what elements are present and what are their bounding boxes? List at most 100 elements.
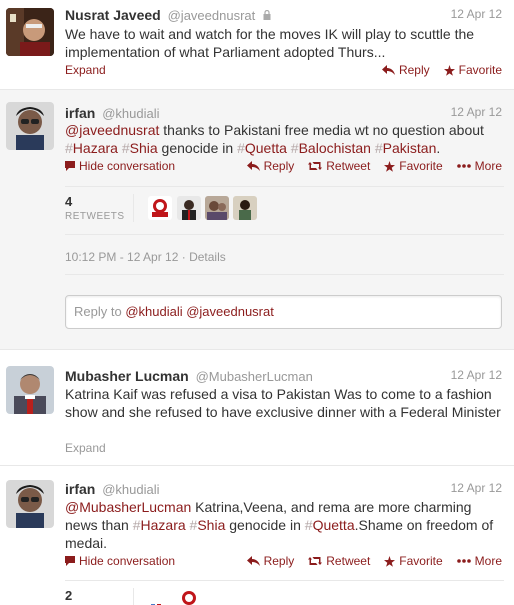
retweeter-avatar[interactable]: [233, 196, 257, 220]
retweet-number: 4: [65, 194, 73, 209]
hide-conversation-label: Hide conversation: [79, 554, 176, 568]
favorite-button[interactable]: Favorite: [384, 159, 443, 173]
hashtag-link[interactable]: #Quetta: [305, 517, 355, 533]
retweeter-avatar[interactable]: [205, 196, 229, 220]
retweeter-avatar[interactable]: [148, 196, 172, 220]
retweet-count[interactable]: 2: [65, 588, 72, 603]
username[interactable]: @javeednusrat: [168, 8, 256, 23]
divider: [133, 194, 134, 222]
expand-link[interactable]: Expand: [65, 63, 106, 77]
tweet-text: @MubasherLucman Katrina,Veena, and rema …: [65, 498, 504, 552]
retweet-count-label: RETWEETS: [65, 211, 125, 222]
favorite-label: Favorite: [399, 554, 443, 568]
hashtag-link[interactable]: #Shia: [122, 140, 158, 156]
timestamp[interactable]: 12 Apr 12: [451, 105, 502, 119]
hashtag-link[interactable]: #Hazara: [133, 517, 186, 533]
star-icon: [384, 160, 396, 172]
divider: [65, 274, 504, 275]
tweet-footer: Expand: [65, 441, 502, 457]
reply-button[interactable]: Reply: [381, 63, 430, 77]
avatar[interactable]: [6, 8, 54, 56]
tweet-4[interactable]: irfan @khudiali 12 Apr 12 @MubasherLucma…: [0, 466, 514, 605]
fullname[interactable]: Mubasher Lucman: [65, 368, 189, 384]
tweet-header: Mubasher Lucman @MubasherLucman 12 Apr 1…: [65, 368, 502, 386]
hashtag-link[interactable]: #Quetta: [237, 140, 287, 156]
more-button[interactable]: More: [456, 554, 502, 568]
more-label: More: [474, 159, 502, 173]
retweet-label: Retweet: [326, 159, 371, 173]
reply-button[interactable]: Reply: [246, 554, 295, 568]
divider: [65, 580, 504, 581]
fullname[interactable]: Nusrat Javeed: [65, 7, 161, 23]
avatar[interactable]: [6, 480, 54, 528]
username[interactable]: @khudiali: [102, 482, 159, 497]
retweet-icon: [308, 162, 323, 170]
retweet-number: 2: [65, 588, 73, 603]
favorite-button[interactable]: Favorite: [443, 63, 502, 77]
text-part: genocide in: [157, 140, 238, 156]
reply-icon: [381, 65, 395, 75]
star-icon: [443, 64, 455, 76]
timestamp[interactable]: 12 Apr 12: [451, 368, 502, 382]
tweet-details[interactable]: 10:12 PM - 12 Apr 12 · Details: [65, 250, 226, 264]
retweet-button[interactable]: Retweet: [308, 159, 370, 173]
divider: [65, 186, 504, 187]
tweet-2[interactable]: irfan @khudiali 12 Apr 12 @javeednusrat …: [0, 90, 514, 350]
favorite-button[interactable]: Favorite: [384, 554, 443, 568]
tweet-header: Nusrat Javeed @javeednusrat 12 Apr 12: [65, 7, 502, 25]
more-label: More: [474, 554, 502, 568]
retweet-icon: [308, 557, 323, 565]
reply-input[interactable]: Reply to @khudiali @javeednusrat: [65, 295, 502, 329]
mention-link[interactable]: @javeednusrat: [65, 122, 159, 138]
expand-link[interactable]: Expand: [65, 441, 106, 455]
more-dots-icon: [456, 559, 471, 563]
divider: [133, 588, 134, 605]
hashtag-link[interactable]: #Hazara: [65, 140, 118, 156]
text-part: genocide in: [225, 517, 305, 533]
tweet-footer: Expand Reply Favorite: [65, 63, 502, 79]
retweeter-avatar[interactable]: [148, 596, 172, 605]
reply-icon: [246, 556, 260, 566]
reply-icon: [246, 161, 260, 171]
timestamp[interactable]: 12 Apr 12: [451, 481, 502, 495]
lock-icon: [263, 7, 271, 23]
tweet-footer: Hide conversation Reply Retweet Favorite…: [65, 554, 502, 570]
tweet-text: Katrina Kaif was refused a visa to Pakis…: [65, 386, 501, 420]
hide-conversation-label: Hide conversation: [79, 159, 176, 173]
more-button[interactable]: More: [456, 159, 502, 173]
reply-label: Reply: [263, 159, 295, 173]
avatar[interactable]: [6, 366, 54, 414]
retweet-count[interactable]: 4 RETWEETS: [65, 194, 125, 222]
speech-bubble-icon: [65, 556, 75, 566]
hashtag-link[interactable]: #Balochistan: [291, 140, 371, 156]
retweeter-avatar[interactable]: [177, 588, 201, 605]
reply-label: Reply: [398, 63, 430, 77]
avatar[interactable]: [6, 102, 54, 150]
retweet-stats: 2: [65, 588, 504, 605]
tweet-header: irfan @khudiali 12 Apr 12: [65, 481, 502, 499]
timestamp[interactable]: 12 Apr 12: [451, 7, 502, 21]
fullname[interactable]: irfan: [65, 481, 95, 497]
tweet-actions: Reply Retweet Favorite More: [233, 554, 502, 568]
favorite-label: Favorite: [458, 63, 502, 77]
tweet-3[interactable]: Mubasher Lucman @MubasherLucman 12 Apr 1…: [0, 354, 514, 466]
reply-label: Reply: [263, 554, 295, 568]
tweet-1[interactable]: Nusrat Javeed @javeednusrat 12 Apr 12 We…: [0, 0, 514, 90]
hashtag-link[interactable]: #Shia: [190, 517, 226, 533]
retweet-stats: 4 RETWEETS: [65, 194, 504, 226]
retweet-label: Retweet: [326, 554, 371, 568]
reply-prefix: Reply to: [74, 304, 126, 319]
speech-bubble-icon: [65, 161, 75, 171]
more-dots-icon: [456, 164, 471, 168]
reply-mentions: @khudiali @javeednusrat: [125, 304, 274, 319]
mention-link[interactable]: @MubasherLucman: [65, 499, 191, 515]
hashtag-link[interactable]: #Pakistan: [375, 140, 437, 156]
reply-button[interactable]: Reply: [246, 159, 295, 173]
retweeter-avatar[interactable]: [177, 196, 201, 220]
username[interactable]: @khudiali: [102, 106, 159, 121]
username[interactable]: @MubasherLucman: [196, 369, 313, 384]
tweet-actions: Reply Favorite: [368, 63, 502, 77]
tweet-text: @javeednusrat thanks to Pakistani free m…: [65, 122, 484, 156]
retweet-button[interactable]: Retweet: [308, 554, 370, 568]
fullname[interactable]: irfan: [65, 105, 95, 121]
